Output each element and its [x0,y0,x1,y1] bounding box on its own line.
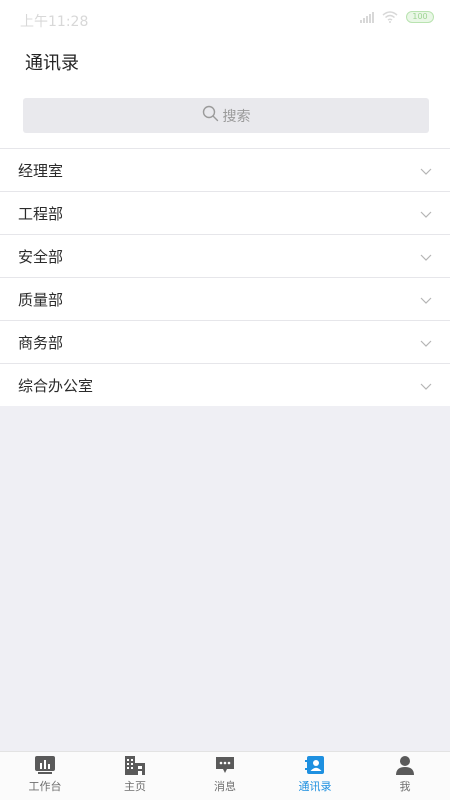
chevron-down-icon [420,204,432,223]
department-label: 质量部 [18,290,64,309]
status-time: 上午11:28 [20,14,89,30]
search-section: 搜索 [0,90,450,148]
search-placeholder: 搜索 [222,108,251,125]
chevron-down-icon [420,247,432,266]
wifi-icon [382,11,398,23]
contacts-icon [304,754,326,776]
tab-home[interactable]: 主页 [90,752,180,800]
tab-label: 通讯录 [298,780,332,793]
status-bar: 上午11:28 100 [0,0,450,38]
chevron-down-icon [420,376,432,395]
chevron-down-icon [420,161,432,180]
building-icon [124,754,146,776]
department-list: 经理室 工程部 安全部 质量部 商务部 综合办公室 [0,148,450,406]
department-item-engineering[interactable]: 工程部 [0,191,450,234]
header: 通讯录 [0,38,450,90]
department-item-business[interactable]: 商务部 [0,320,450,363]
tab-me[interactable]: 我 [360,752,450,800]
department-label: 安全部 [18,247,64,266]
search-icon [202,105,219,126]
message-icon [214,754,236,776]
chevron-down-icon [420,290,432,309]
department-item-quality[interactable]: 质量部 [0,277,450,320]
department-item-manager-office[interactable]: 经理室 [0,148,450,191]
tab-label: 消息 [214,780,236,793]
department-label: 商务部 [18,333,64,352]
tab-contacts[interactable]: 通讯录 [270,752,360,800]
signal-icon [360,11,374,23]
battery-icon: 100 [406,11,434,23]
search-input[interactable]: 搜索 [23,98,429,133]
tab-workbench[interactable]: 工作台 [0,752,90,800]
department-item-safety[interactable]: 安全部 [0,234,450,277]
person-icon [394,754,416,776]
bottom-tab-bar: 工作台 主页 消息 通讯录 我 [0,751,450,800]
tab-label: 主页 [124,780,146,793]
chevron-down-icon [420,333,432,352]
status-icons: 100 [360,11,434,23]
tab-messages[interactable]: 消息 [180,752,270,800]
department-label: 经理室 [18,161,64,180]
tab-label: 我 [399,780,411,793]
chart-icon [34,754,56,776]
department-label: 工程部 [18,204,64,223]
department-label: 综合办公室 [18,376,94,395]
page-title: 通讯录 [25,53,79,74]
department-item-general-office[interactable]: 综合办公室 [0,363,450,406]
tab-label: 工作台 [28,780,62,793]
